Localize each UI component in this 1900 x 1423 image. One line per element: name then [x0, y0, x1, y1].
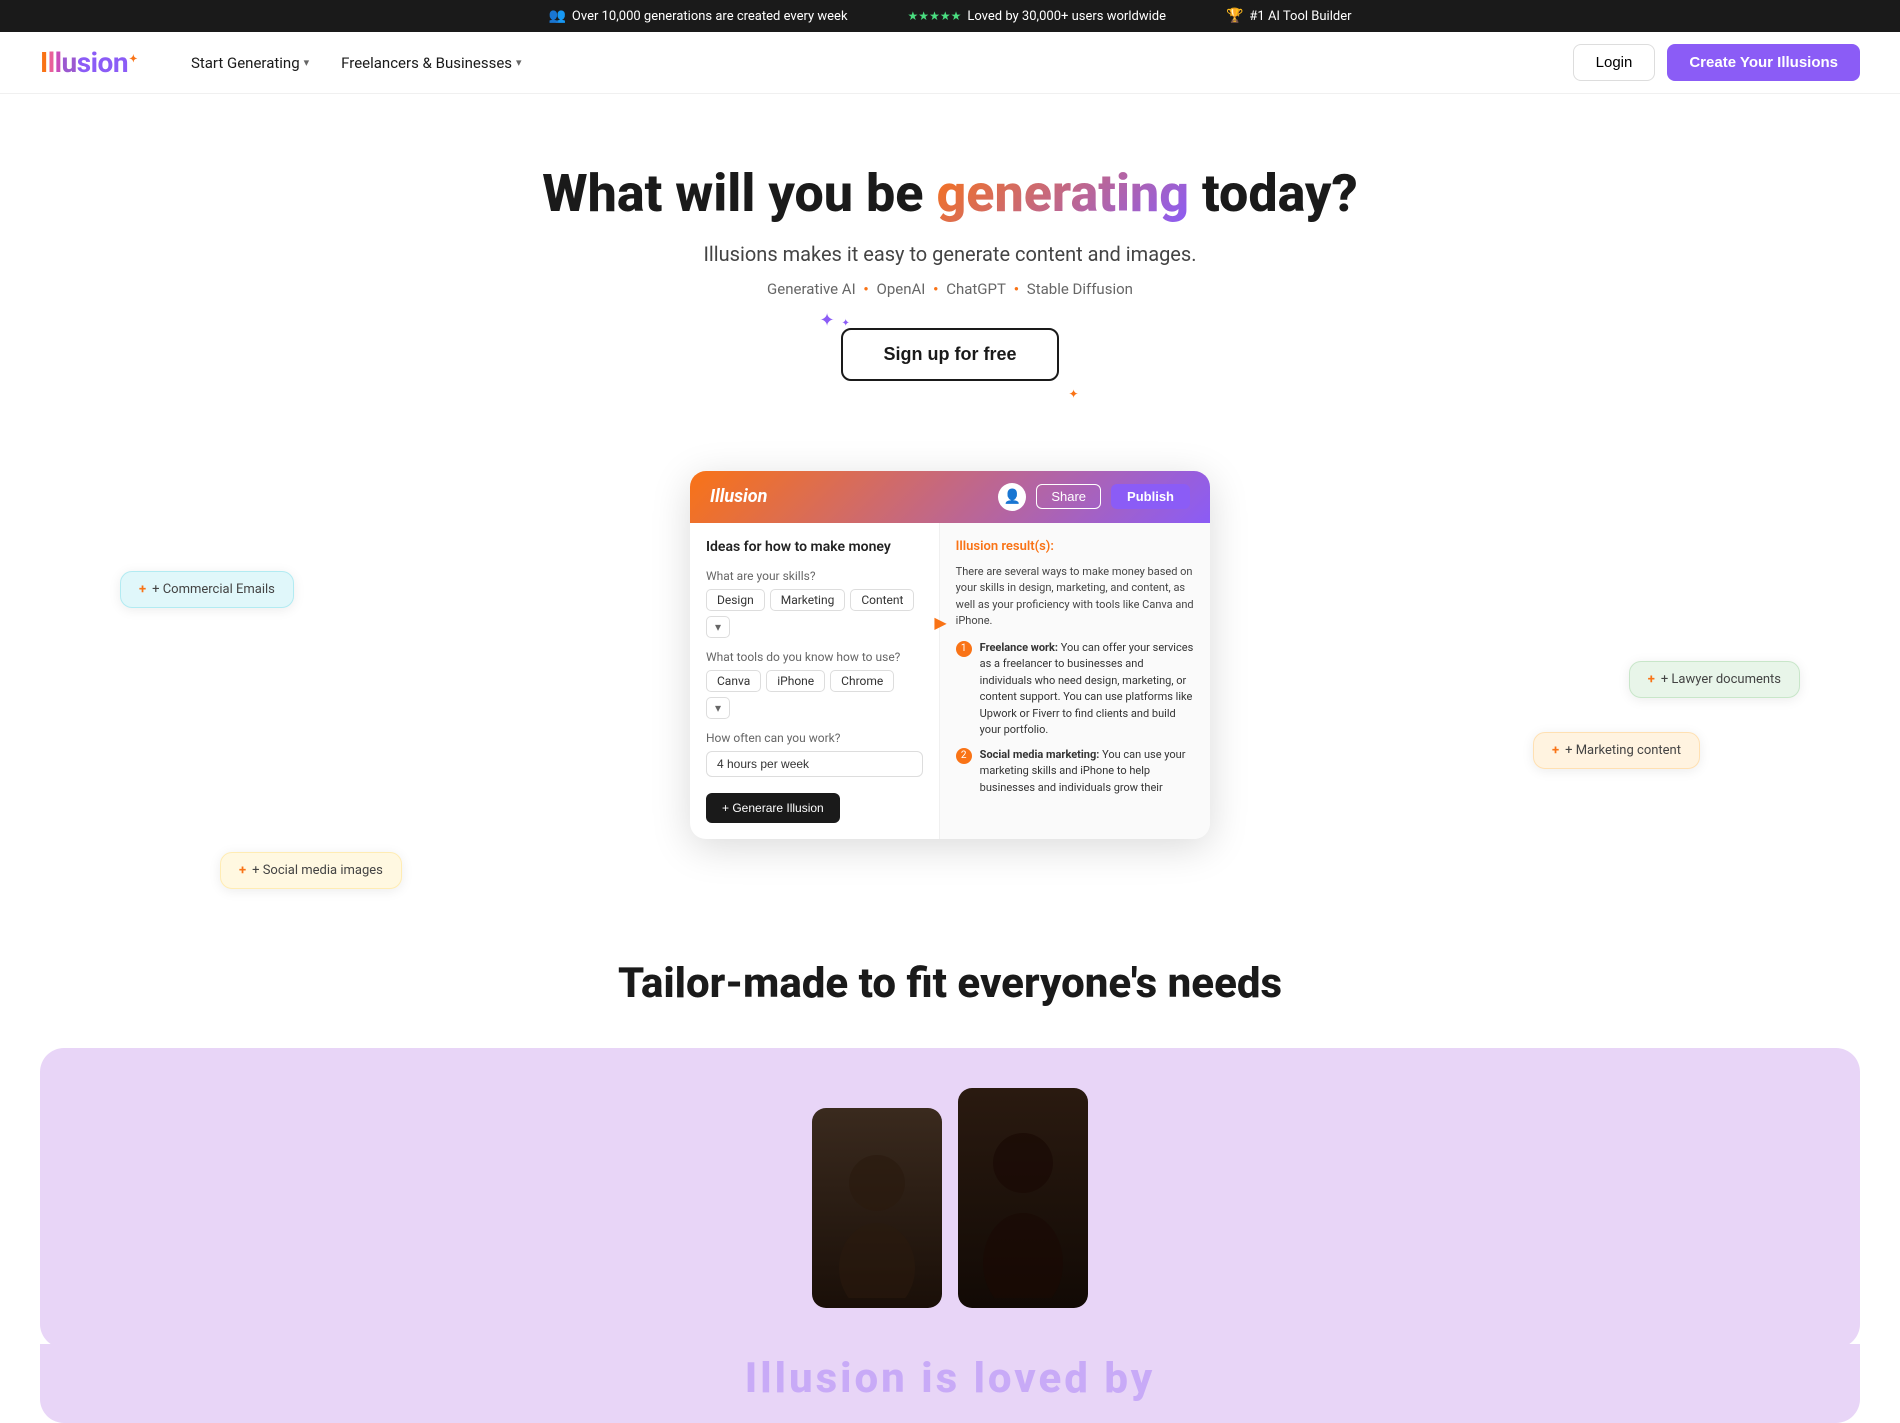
demo-prompt: Ideas for how to make money [706, 539, 923, 555]
demo-field3-label: How often can you work? [706, 731, 923, 745]
tag-canva[interactable]: Canva [706, 670, 761, 692]
hero-cta-wrapper: ✦ ✦ Sign up for free ✦ [841, 328, 1058, 381]
banner-text-1: Over 10,000 generations are created ever… [572, 9, 848, 24]
marketing-card-label: + Marketing content [1565, 743, 1681, 758]
banner-text-3: #1 AI Tool Builder [1249, 9, 1351, 24]
demo-tags-2: Canva iPhone Chrome ▾ [706, 670, 923, 719]
nav-chevron-1: ▾ [304, 56, 310, 69]
hero-section: What will you be generating today? Illus… [0, 94, 1900, 471]
demo-result-intro: There are several ways to make money bas… [956, 564, 1194, 630]
demo-result-title: Illusion result(s): [956, 539, 1194, 554]
tailor-section: Tailor-made to fit everyone's needs Illu… [0, 899, 1900, 1423]
hero-title-highlight: generating [936, 163, 1189, 224]
hero-subtitle: Illusions makes it easy to generate cont… [20, 242, 1880, 266]
banner-item-2: ★★★★★ Loved by 30,000+ users worldwide [908, 9, 1166, 24]
hero-title-suffix: today? [1189, 163, 1358, 224]
hero-title: What will you be generating today? [20, 164, 1880, 224]
demo-generate-button[interactable]: + Generare Illusion [706, 793, 840, 823]
nav-freelancers[interactable]: Freelancers & Businesses ▾ [327, 46, 535, 80]
stars-icon: ★★★★★ [908, 9, 962, 23]
social-card-label: + Social media images [252, 863, 383, 878]
tag-marketing[interactable]: Marketing [770, 589, 846, 611]
banner-item-3: 🏆 #1 AI Tool Builder [1226, 8, 1352, 24]
logo[interactable]: Illusion✦ [40, 46, 137, 79]
tailor-watermark: Illusion is loved by [80, 1354, 1820, 1403]
tech-item-1: Generative AI [767, 280, 856, 298]
nav-links: Start Generating ▾ Freelancers & Busines… [177, 46, 1573, 80]
tech-dot-3: ● [1014, 284, 1019, 293]
tag-chrome[interactable]: Chrome [830, 670, 894, 692]
demo-field1-label: What are your skills? [706, 569, 923, 583]
demo-window: Illusion 👤 Share Publish Ideas for how t… [690, 471, 1210, 839]
demo-body: Ideas for how to make money ▶ What are y… [690, 523, 1210, 839]
navbar: Illusion✦ Start Generating ▾ Freelancers… [0, 32, 1900, 94]
commercial-plus-icon: + [139, 582, 146, 597]
demo-field3-input[interactable] [706, 751, 923, 777]
nav-start-generating[interactable]: Start Generating ▾ [177, 46, 323, 80]
tech-item-4: Stable Diffusion [1027, 280, 1133, 298]
demo-result-title-1: Freelance work: [980, 641, 1058, 654]
tech-item-2: OpenAI [877, 280, 926, 298]
nav-freelancers-label: Freelancers & Businesses [341, 54, 512, 72]
tag-design[interactable]: Design [706, 589, 765, 611]
tech-dot-1: ● [864, 284, 869, 293]
demo-header: Illusion 👤 Share Publish [690, 471, 1210, 523]
demo-publish-button[interactable]: Publish [1111, 484, 1190, 509]
demo-result-item-2: 2 Social media marketing: You can use yo… [956, 747, 1194, 797]
hero-tech: Generative AI ● OpenAI ● ChatGPT ● Stabl… [20, 280, 1880, 298]
tag-dropdown-2[interactable]: ▾ [706, 697, 730, 719]
signup-button[interactable]: Sign up for free [841, 328, 1058, 381]
floating-card-commercial[interactable]: + + Commercial Emails [120, 571, 294, 608]
demo-num-2: 2 [956, 748, 972, 764]
trophy-icon: 🏆 [1226, 8, 1243, 24]
person-silhouette-2 [958, 1088, 1088, 1308]
banner-item-1: 👥 Over 10,000 generations are created ev… [548, 8, 847, 24]
marketing-plus-icon: + [1552, 743, 1559, 758]
demo-wrapper: + + Commercial Emails + + Lawyer documen… [0, 471, 1900, 899]
person-silhouette-1 [812, 1108, 942, 1308]
demo-avatar: 👤 [998, 483, 1026, 511]
lawyer-card-label: + Lawyer documents [1661, 672, 1781, 687]
demo-header-actions: 👤 Share Publish [998, 483, 1190, 511]
nav-actions: Login Create Your Illusions [1573, 44, 1860, 81]
tech-item-3: ChatGPT [946, 280, 1006, 298]
sparkle-top-left-icon: ✦ [819, 310, 834, 331]
demo-right-panel: Illusion result(s): There are several wa… [940, 523, 1210, 839]
social-plus-icon: + [239, 863, 246, 878]
login-button[interactable]: Login [1573, 44, 1656, 81]
tag-iphone[interactable]: iPhone [766, 670, 825, 692]
nav-start-generating-label: Start Generating [191, 54, 300, 72]
demo-share-button[interactable]: Share [1036, 484, 1101, 509]
tag-content[interactable]: Content [850, 589, 914, 611]
demo-result-text-1: Freelance work: You can offer your servi… [980, 640, 1194, 739]
demo-num-1: 1 [956, 641, 972, 657]
demo-logo: Illusion [710, 486, 767, 507]
create-illusions-button[interactable]: Create Your Illusions [1667, 44, 1860, 81]
tailor-title: Tailor-made to fit everyone's needs [40, 959, 1860, 1008]
sparkle-bottom-right-icon: ✦ [1068, 387, 1078, 401]
demo-result-title-2: Social media marketing: [980, 748, 1100, 761]
people-icon: 👥 [548, 8, 565, 24]
nav-chevron-2: ▾ [516, 56, 522, 69]
demo-tags-1: Design Marketing Content ▾ [706, 589, 923, 638]
tailor-bottom: Illusion is loved by [40, 1344, 1860, 1423]
tag-dropdown-1[interactable]: ▾ [706, 616, 730, 638]
floating-card-social[interactable]: + + Social media images [220, 852, 402, 889]
play-icon[interactable]: ▶ [934, 613, 946, 632]
banner-text-2: Loved by 30,000+ users worldwide [967, 9, 1166, 24]
floating-card-lawyer[interactable]: + + Lawyer documents [1629, 661, 1800, 698]
sparkle-tiny-icon: ✦ [841, 318, 849, 329]
top-banner: 👥 Over 10,000 generations are created ev… [0, 0, 1900, 32]
lawyer-plus-icon: + [1648, 672, 1655, 687]
demo-left-panel: Ideas for how to make money ▶ What are y… [690, 523, 940, 839]
commercial-card-label: + Commercial Emails [152, 582, 275, 597]
demo-result-text-2: Social media marketing: You can use your… [980, 747, 1194, 797]
demo-result-item-1: 1 Freelance work: You can offer your ser… [956, 640, 1194, 739]
tailor-card-container [40, 1048, 1860, 1348]
tech-dot-2: ● [933, 284, 938, 293]
floating-card-marketing[interactable]: + + Marketing content [1533, 732, 1700, 769]
hero-title-prefix: What will you be [542, 163, 936, 224]
demo-field2-label: What tools do you know how to use? [706, 650, 923, 664]
